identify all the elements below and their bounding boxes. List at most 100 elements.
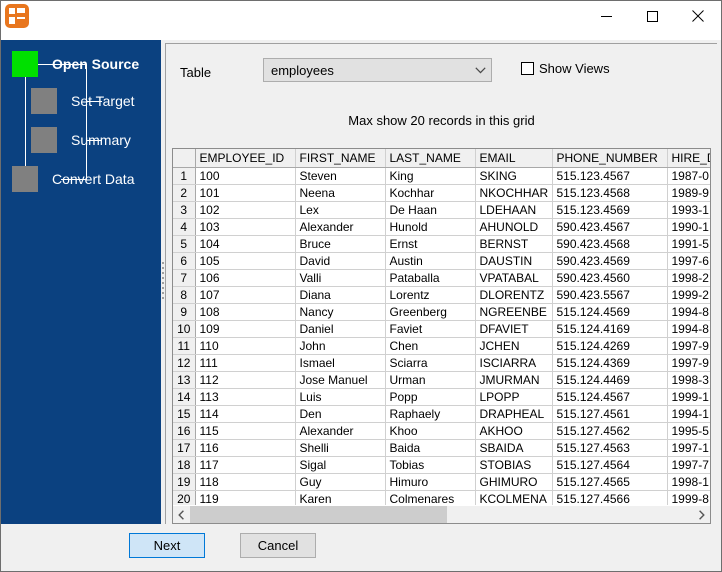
row-number[interactable]: 17 bbox=[173, 439, 196, 457]
cell-hire-date[interactable]: 1998-3 bbox=[667, 371, 710, 389]
table-row[interactable]: 18 117 Sigal Tobias STOBIAS 515.127.4564 1997-… bbox=[173, 456, 710, 474]
table-row[interactable]: 13 112 Jose Manuel Urman JMURMAN 515.124.4469… bbox=[173, 371, 710, 389]
table-row[interactable]: 19 118 Guy Himuro GHIMURO 515.127.4565 1998-1 bbox=[173, 473, 710, 491]
cell-hire-date[interactable]: 1994-8 bbox=[667, 303, 710, 321]
row-number[interactable]: 5 bbox=[173, 235, 196, 253]
cell-first-name[interactable]: Alexander bbox=[295, 422, 386, 440]
cell-email[interactable]: AHUNOLD bbox=[475, 218, 553, 236]
cell-employee-id[interactable]: 114 bbox=[195, 405, 296, 423]
cell-last-name[interactable]: Himuro bbox=[385, 473, 476, 491]
sidebar-item-open-source[interactable]: Open Source bbox=[12, 51, 139, 77]
cell-email[interactable]: NKOCHHAR bbox=[475, 184, 553, 202]
cell-phone-number[interactable]: 590.423.5567 bbox=[552, 286, 668, 304]
cell-email[interactable]: BERNST bbox=[475, 235, 553, 253]
cell-employee-id[interactable]: 117 bbox=[195, 456, 296, 474]
cell-hire-date[interactable]: 1998-1 bbox=[667, 473, 710, 491]
cell-employee-id[interactable]: 103 bbox=[195, 218, 296, 236]
cell-employee-id[interactable]: 108 bbox=[195, 303, 296, 321]
cell-employee-id[interactable]: 101 bbox=[195, 184, 296, 202]
cell-last-name[interactable]: De Haan bbox=[385, 201, 476, 219]
cell-hire-date[interactable]: 1997-7 bbox=[667, 456, 710, 474]
cell-first-name[interactable]: Bruce bbox=[295, 235, 386, 253]
row-number[interactable]: 10 bbox=[173, 320, 196, 338]
cell-employee-id[interactable]: 119 bbox=[195, 490, 296, 505]
cell-email[interactable]: VPATABAL bbox=[475, 269, 553, 287]
table-row[interactable]: 14 113 Luis Popp LPOPP 515.124.4567 1999-1 bbox=[173, 388, 710, 406]
horizontal-scrollbar[interactable] bbox=[173, 505, 710, 523]
column-header-employee-id[interactable]: EMPLOYEE_ID bbox=[195, 149, 296, 168]
cell-last-name[interactable]: Chen bbox=[385, 337, 476, 355]
cell-first-name[interactable]: Diana bbox=[295, 286, 386, 304]
column-header-last-name[interactable]: LAST_NAME bbox=[385, 149, 476, 168]
table-row[interactable]: 5 104 Bruce Ernst BERNST 590.423.4568 1991-5 bbox=[173, 235, 710, 253]
cell-employee-id[interactable]: 112 bbox=[195, 371, 296, 389]
cell-first-name[interactable]: Luis bbox=[295, 388, 386, 406]
cell-last-name[interactable]: Kochhar bbox=[385, 184, 476, 202]
cell-last-name[interactable]: Colmenares bbox=[385, 490, 476, 505]
cell-email[interactable]: STOBIAS bbox=[475, 456, 553, 474]
column-header-first-name[interactable]: FIRST_NAME bbox=[295, 149, 386, 168]
cell-employee-id[interactable]: 113 bbox=[195, 388, 296, 406]
column-header-hire-date[interactable]: HIRE_DATE bbox=[667, 149, 710, 168]
table-row[interactable]: 15 114 Den Raphaely DRAPHEAL 515.127.4561 1994… bbox=[173, 405, 710, 423]
sidebar-item-convert-data[interactable]: Convert Data bbox=[12, 166, 134, 192]
cell-email[interactable]: JCHEN bbox=[475, 337, 553, 355]
table-row[interactable]: 1 100 Steven King SKING 515.123.4567 1987-0 bbox=[173, 167, 710, 185]
cell-employee-id[interactable]: 115 bbox=[195, 422, 296, 440]
table-row[interactable]: 11 110 John Chen JCHEN 515.124.4269 1997-9 bbox=[173, 337, 710, 355]
row-number[interactable]: 15 bbox=[173, 405, 196, 423]
cell-first-name[interactable]: Jose Manuel bbox=[295, 371, 386, 389]
table-row[interactable]: 16 115 Alexander Khoo AKHOO 515.127.4562 1995-… bbox=[173, 422, 710, 440]
cell-last-name[interactable]: Pataballa bbox=[385, 269, 476, 287]
cell-first-name[interactable]: Sigal bbox=[295, 456, 386, 474]
cell-last-name[interactable]: Austin bbox=[385, 252, 476, 270]
cell-email[interactable]: AKHOO bbox=[475, 422, 553, 440]
cell-phone-number[interactable]: 515.127.4566 bbox=[552, 490, 668, 505]
row-header-corner[interactable] bbox=[173, 149, 196, 168]
cell-hire-date[interactable]: 1999-8 bbox=[667, 490, 710, 505]
column-header-phone-number[interactable]: PHONE_NUMBER bbox=[552, 149, 668, 168]
table-row[interactable]: 3 102 Lex De Haan LDEHAAN 515.123.4569 1993-1 bbox=[173, 201, 710, 219]
cell-last-name[interactable]: Urman bbox=[385, 371, 476, 389]
cell-first-name[interactable]: Ismael bbox=[295, 354, 386, 372]
row-number[interactable]: 12 bbox=[173, 354, 196, 372]
cell-first-name[interactable]: Alexander bbox=[295, 218, 386, 236]
title-bar[interactable] bbox=[1, 1, 721, 40]
cell-email[interactable]: NGREENBE bbox=[475, 303, 553, 321]
cell-email[interactable]: SBAIDA bbox=[475, 439, 553, 457]
close-button[interactable] bbox=[675, 1, 721, 31]
cell-first-name[interactable]: Lex bbox=[295, 201, 386, 219]
cell-phone-number[interactable]: 515.124.4567 bbox=[552, 388, 668, 406]
row-number[interactable]: 9 bbox=[173, 303, 196, 321]
table-select[interactable]: employees bbox=[263, 58, 492, 82]
cell-phone-number[interactable]: 515.127.4564 bbox=[552, 456, 668, 474]
cell-email[interactable]: KCOLMENA bbox=[475, 490, 553, 505]
cell-last-name[interactable]: Baida bbox=[385, 439, 476, 457]
cell-last-name[interactable]: Lorentz bbox=[385, 286, 476, 304]
sidebar-item-set-target[interactable]: Set Target bbox=[31, 88, 135, 114]
row-number[interactable]: 11 bbox=[173, 337, 196, 355]
cell-phone-number[interactable]: 515.127.4562 bbox=[552, 422, 668, 440]
cell-employee-id[interactable]: 106 bbox=[195, 269, 296, 287]
cell-phone-number[interactable]: 515.123.4568 bbox=[552, 184, 668, 202]
cancel-button[interactable]: Cancel bbox=[240, 533, 316, 558]
cell-last-name[interactable]: Greenberg bbox=[385, 303, 476, 321]
row-number[interactable]: 16 bbox=[173, 422, 196, 440]
row-number[interactable]: 6 bbox=[173, 252, 196, 270]
cell-email[interactable]: DAUSTIN bbox=[475, 252, 553, 270]
table-row[interactable]: 8 107 Diana Lorentz DLORENTZ 590.423.5567 1999… bbox=[173, 286, 710, 304]
cell-email[interactable]: DFAVIET bbox=[475, 320, 553, 338]
cell-hire-date[interactable]: 1997-9 bbox=[667, 337, 710, 355]
cell-phone-number[interactable]: 515.127.4561 bbox=[552, 405, 668, 423]
cell-hire-date[interactable]: 1993-1 bbox=[667, 201, 710, 219]
cell-hire-date[interactable]: 1987-0 bbox=[667, 167, 710, 185]
table-row[interactable]: 7 106 Valli Pataballa VPATABAL 590.423.4560 19… bbox=[173, 269, 710, 287]
cell-employee-id[interactable]: 100 bbox=[195, 167, 296, 185]
row-number[interactable]: 2 bbox=[173, 184, 196, 202]
row-number[interactable]: 4 bbox=[173, 218, 196, 236]
cell-email[interactable]: JMURMAN bbox=[475, 371, 553, 389]
cell-employee-id[interactable]: 105 bbox=[195, 252, 296, 270]
cell-phone-number[interactable]: 590.423.4569 bbox=[552, 252, 668, 270]
cell-phone-number[interactable]: 515.127.4565 bbox=[552, 473, 668, 491]
cell-phone-number[interactable]: 590.423.4567 bbox=[552, 218, 668, 236]
